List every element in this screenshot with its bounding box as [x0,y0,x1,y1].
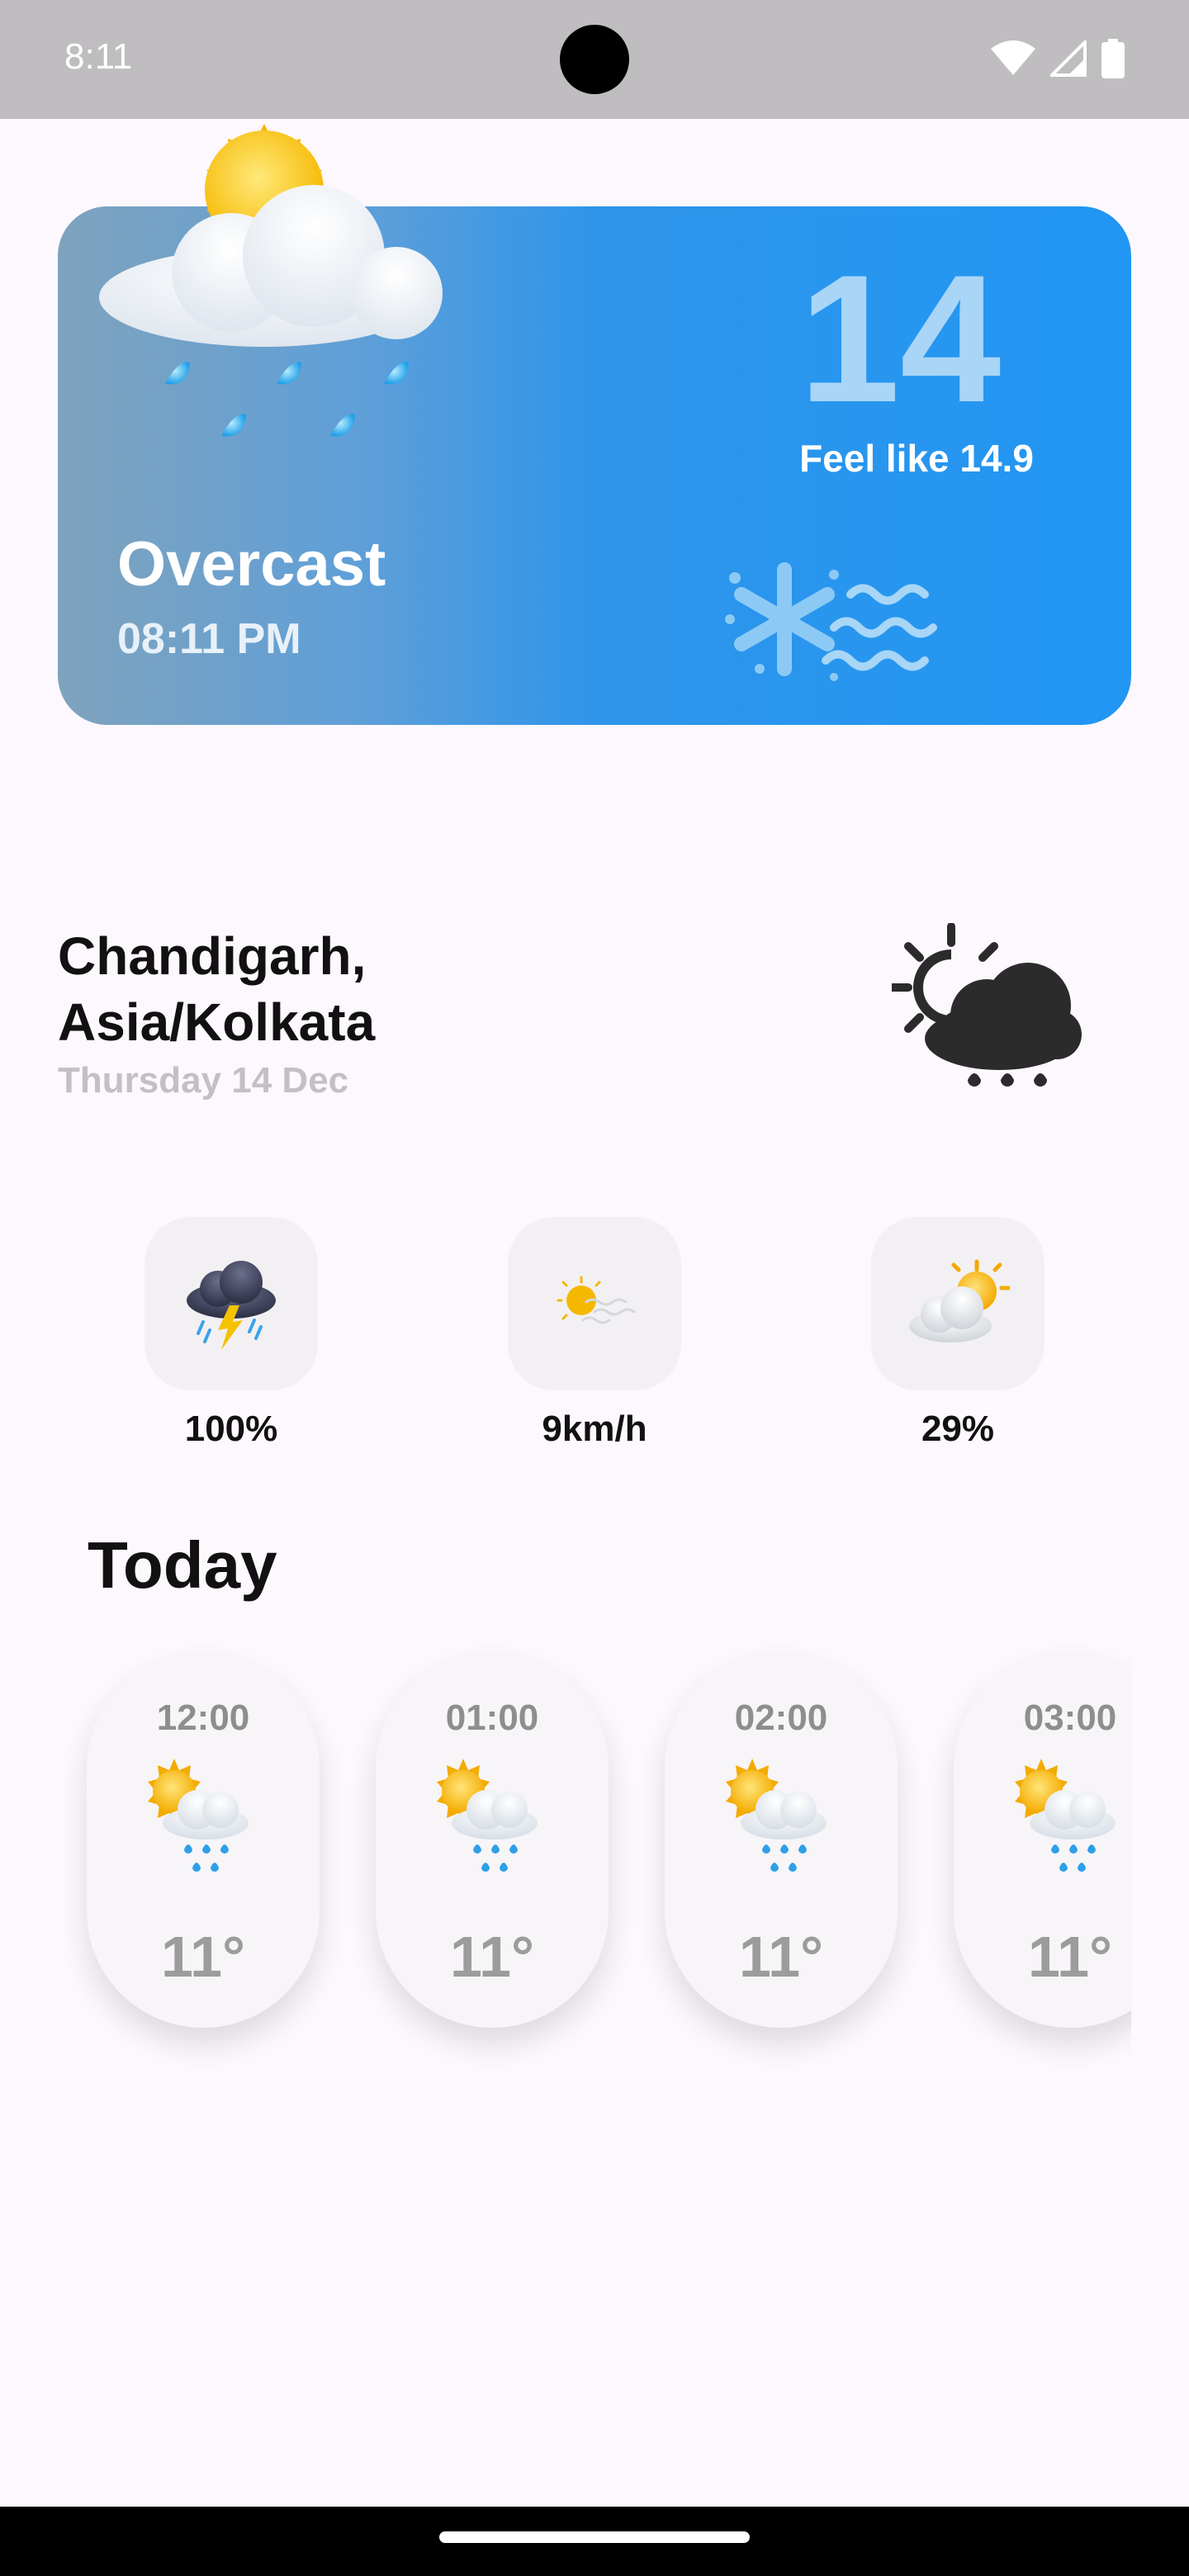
status-time: 8:11 [64,36,133,77]
location-timezone: Asia/Kolkata [58,992,376,1052]
hour-time: 12:00 [156,1698,250,1738]
battery-icon [1101,39,1125,78]
camera-cutout [560,25,629,94]
navigation-bar [0,2507,1189,2576]
sun-wind-icon [557,1276,636,1324]
hour-temperature: 11° [450,1925,534,1989]
sun-cloud-rain-icon [148,1759,249,1872]
cloud-icon [99,185,443,347]
current-weather-card: Overcast 08:11 PM 14 Feel like 14.9 [58,124,1131,725]
partly-cloudy-icon [909,1259,1011,1342]
home-gesture-handle[interactable] [439,2531,750,2543]
hour-temperature: 11° [1028,1925,1112,1989]
hourly-card[interactable]: 01:00 11° [376,1651,609,2028]
hour-time: 03:00 [1023,1698,1117,1738]
stat-icon-box [871,1217,1045,1390]
stat-value: 9km/h [542,1409,647,1449]
sun-cloud-rain-icon [1015,1759,1116,1872]
stat-icon-box [144,1217,318,1390]
hour-time: 01:00 [445,1698,539,1738]
stat-icon-box [508,1217,681,1390]
weather-condition: Overcast [117,529,386,599]
location-city: Chandigarh, [58,926,367,986]
sun-cloud-rain-icon [437,1759,538,1872]
stat-humidity: 29% [834,1217,1082,1450]
signal-icon [1050,40,1087,77]
location-name: Chandigarh, Asia/Kolkata [58,923,718,1055]
location-date: Thursday 14 Dec [58,1060,349,1101]
stat-wind: 9km/h [471,1217,718,1450]
feels-like: Feel like 14.9 [799,437,1034,480]
hour-temperature: 11° [161,1925,245,1989]
hour-time: 02:00 [734,1698,828,1738]
hourly-forecast-list[interactable]: 12:00 11° 01:00 11° 02:00 11° 03:00 11° [58,1643,1131,2072]
sun-cloud-rain-dark-icon [892,923,1082,1087]
stat-precipitation: 100% [107,1217,355,1450]
hourly-card[interactable]: 03:00 11° [954,1651,1131,2028]
hourly-card[interactable]: 12:00 11° [87,1651,320,2028]
today-title: Today [88,1528,277,1602]
status-bar: 8:11 [0,0,1189,119]
hourly-card[interactable]: 02:00 11° [665,1651,898,2028]
sun-cloud-rain-icon [726,1759,827,1872]
wifi-icon [991,40,1035,75]
current-temperature: 14 [798,237,1002,440]
sun-cloud-rain-icon [99,124,443,437]
stat-value: 29% [921,1409,995,1449]
stat-value: 100% [184,1409,278,1449]
thunderstorm-icon [187,1261,276,1350]
status-icons [991,36,1125,81]
rain-drops-icon [165,362,409,437]
hour-temperature: 11° [739,1925,823,1989]
current-time: 08:11 PM [117,615,301,663]
snow-wind-icon [725,562,937,681]
